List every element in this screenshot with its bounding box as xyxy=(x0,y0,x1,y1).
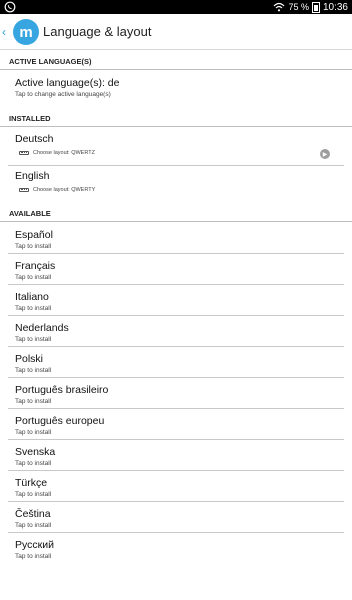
available-language-row[interactable]: Nederlands Tap to install xyxy=(0,316,352,347)
whatsapp-icon xyxy=(4,1,16,13)
available-language-title: Italiano xyxy=(15,291,49,303)
status-icons: 75 % 10:36 xyxy=(273,0,348,14)
available-language-subtitle: Tap to install xyxy=(15,398,52,405)
arrow-right-icon[interactable]: ▶ xyxy=(320,149,330,159)
available-language-row[interactable]: Español Tap to install xyxy=(0,223,352,254)
available-language-subtitle: Tap to install xyxy=(15,305,52,312)
page-title: Language & layout xyxy=(43,24,152,39)
available-language-title: Čeština xyxy=(15,508,51,520)
available-language-title: Português brasileiro xyxy=(15,384,109,396)
active-language-row[interactable]: Active language(s): de Tap to change act… xyxy=(0,70,352,110)
available-language-subtitle: Tap to install xyxy=(15,553,52,560)
battery-icon xyxy=(311,1,320,13)
available-language-row[interactable]: Svenska Tap to install xyxy=(0,440,352,471)
available-language-subtitle: Tap to install xyxy=(15,274,52,281)
choose-layout-line[interactable]: Choose layout: QWERTY xyxy=(19,187,95,193)
installed-item-deutsch[interactable]: Deutsch Choose layout: QWERTZ ▶ xyxy=(0,128,352,165)
available-language-subtitle: Tap to install xyxy=(15,429,52,436)
available-language-row[interactable]: Français Tap to install xyxy=(0,254,352,285)
available-language-row[interactable]: Italiano Tap to install xyxy=(0,285,352,316)
keyboard-icon xyxy=(19,151,29,155)
choose-layout-line[interactable]: Choose layout: QWERTZ xyxy=(19,150,95,156)
available-language-title: Português europeu xyxy=(15,415,105,427)
clock: 10:36 xyxy=(322,1,348,13)
available-language-title: Русский xyxy=(15,539,54,551)
app-logo-letter: m xyxy=(19,23,33,41)
section-header-available: AVAILABLE xyxy=(0,206,352,222)
available-language-title: Türkçe xyxy=(15,477,48,489)
available-language-subtitle: Tap to install xyxy=(15,522,52,529)
available-language-title: Français xyxy=(15,260,56,272)
installed-item-title: English xyxy=(15,170,50,182)
action-bar: ‹ m Language & layout xyxy=(0,14,352,50)
installed-item-title: Deutsch xyxy=(15,133,54,145)
section-header-active: ACTIVE LANGUAGE(S) xyxy=(0,54,352,70)
choose-layout-text: Choose layout: QWERTZ xyxy=(33,150,95,156)
battery-percent: 75 % xyxy=(288,2,309,12)
available-language-title: Svenska xyxy=(15,446,56,458)
available-language-row[interactable]: Português brasileiro Tap to install xyxy=(0,378,352,409)
available-language-title: Nederlands xyxy=(15,322,69,334)
available-language-row[interactable]: Türkçe Tap to install xyxy=(0,471,352,502)
installed-item-english[interactable]: English Choose layout: QWERTY xyxy=(0,166,352,204)
app-logo[interactable]: m xyxy=(13,19,39,45)
chevron-left-icon[interactable]: ‹ xyxy=(2,26,10,38)
available-language-row[interactable]: Čeština Tap to install xyxy=(0,502,352,533)
available-language-row[interactable]: Polski Tap to install xyxy=(0,347,352,378)
keyboard-icon xyxy=(19,188,29,192)
status-bar: 75 % 10:36 xyxy=(0,0,352,14)
wifi-icon xyxy=(274,2,285,12)
active-language-subtitle: Tap to change active language(s) xyxy=(15,91,111,98)
available-language-subtitle: Tap to install xyxy=(15,336,52,343)
available-language-row[interactable]: Русский Tap to install xyxy=(0,533,352,564)
available-language-row[interactable]: Português europeu Tap to install xyxy=(0,409,352,440)
available-language-title: Español xyxy=(15,229,53,241)
available-language-subtitle: Tap to install xyxy=(15,460,52,467)
available-language-title: Polski xyxy=(15,353,44,365)
choose-layout-text: Choose layout: QWERTY xyxy=(33,187,96,193)
section-header-installed: INSTALLED xyxy=(0,111,352,127)
active-language-title: Active language(s): de xyxy=(15,77,120,89)
available-language-subtitle: Tap to install xyxy=(15,367,52,374)
available-language-subtitle: Tap to install xyxy=(15,491,52,498)
available-language-subtitle: Tap to install xyxy=(15,243,52,250)
